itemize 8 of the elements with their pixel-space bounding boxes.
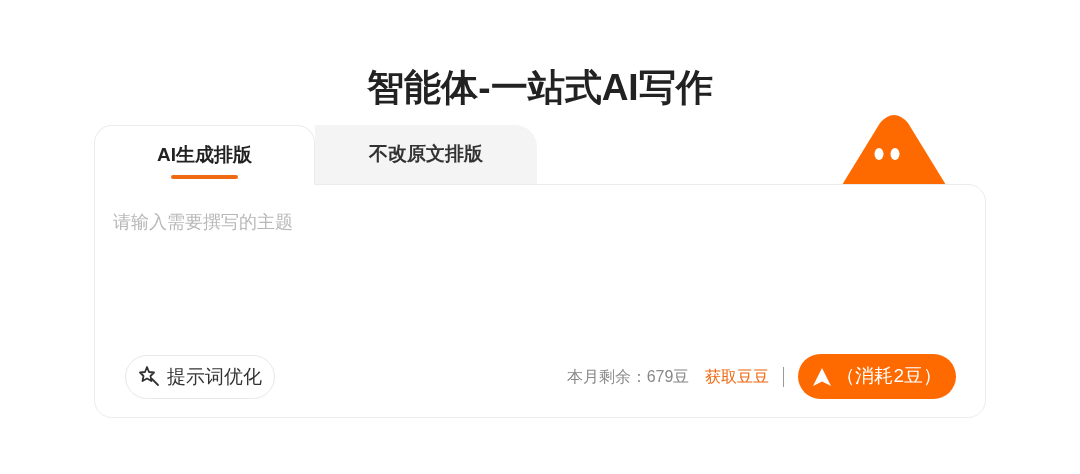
prompt-optimize-button[interactable]: 提示词优化 xyxy=(125,355,275,399)
send-arrow-icon xyxy=(812,366,833,387)
topic-input-field[interactable]: 请输入需要撰写的主题 xyxy=(113,209,963,236)
page-title: 智能体-一站式AI写作 xyxy=(367,66,713,110)
tab[interactable]: 不改原文排版 xyxy=(315,125,537,184)
magic-wand-icon xyxy=(138,365,162,389)
balance-text: 本月剩余：679豆 xyxy=(566,366,690,387)
tab[interactable]: AI生成排版 xyxy=(94,125,315,185)
